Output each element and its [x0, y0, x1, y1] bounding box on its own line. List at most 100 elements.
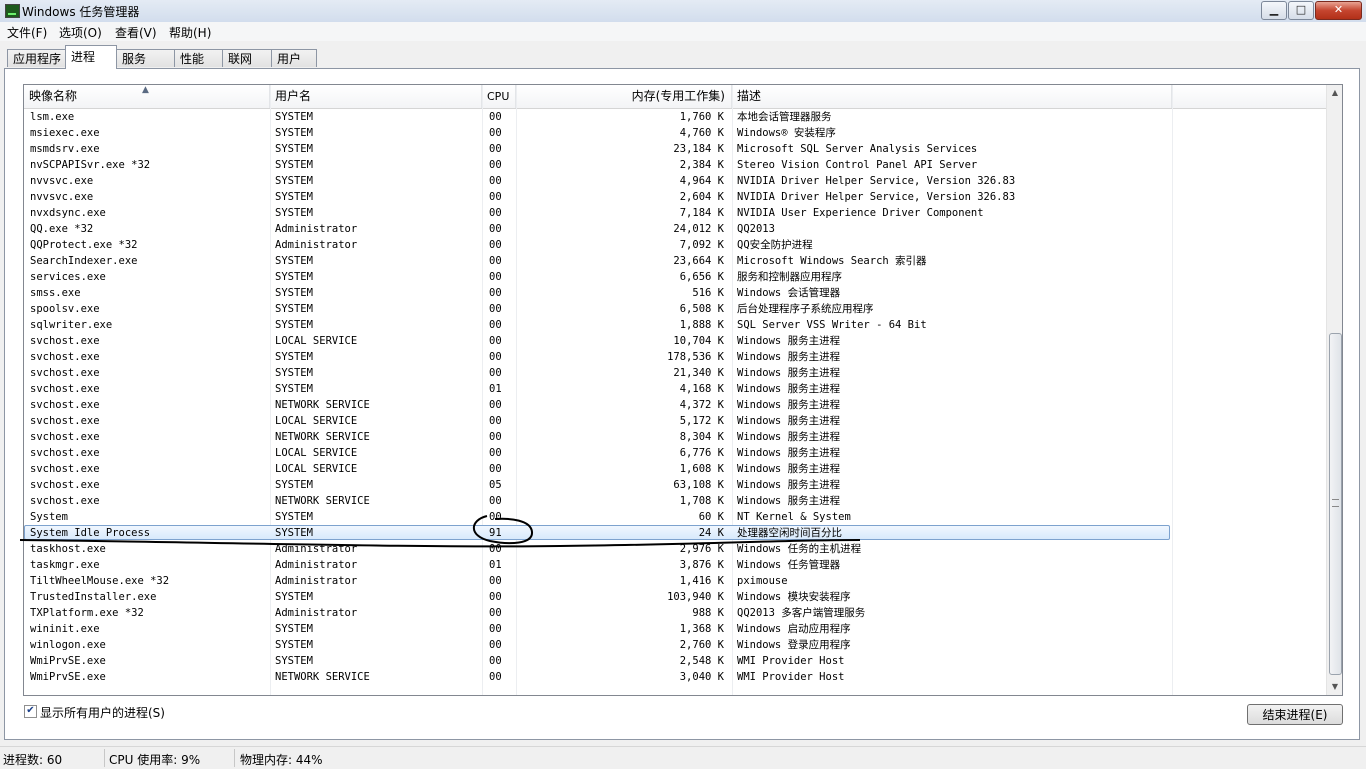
- cell-description: Windows 任务管理器: [737, 559, 841, 571]
- end-process-button[interactable]: 结束进程(E): [1247, 704, 1343, 725]
- tab-users[interactable]: 用户: [271, 49, 317, 67]
- table-row[interactable]: nvvsvc.exe SYSTEM 00 4,964 K NVIDIA Driver H…: [24, 173, 1326, 189]
- column-header-memory[interactable]: 内存(专用工作集): [516, 85, 732, 108]
- table-row[interactable]: svchost.exe LOCAL SERVICE 00 5,172 K Windows…: [24, 413, 1326, 429]
- cell-memory: 23,664 K: [673, 255, 724, 267]
- table-row[interactable]: sqlwriter.exe SYSTEM 00 1,888 K SQL Server V…: [24, 317, 1326, 333]
- table-row[interactable]: svchost.exe NETWORK SERVICE 00 1,708 K Windo…: [24, 493, 1326, 509]
- table-row[interactable]: TXPlatform.exe *32 Administrator 00 988 K QQ…: [24, 605, 1326, 621]
- table-row[interactable]: nvvsvc.exe SYSTEM 00 2,604 K NVIDIA Driver H…: [24, 189, 1326, 205]
- cell-description: NT Kernel & System: [737, 511, 851, 523]
- cell-memory: 4,372 K: [679, 399, 724, 411]
- table-row[interactable]: services.exe SYSTEM 00 6,656 K 服务和控制器应用程序: [24, 269, 1326, 285]
- maximize-button[interactable]: □: [1288, 1, 1314, 20]
- cell-cpu: 00: [489, 415, 502, 427]
- cell-cpu: 00: [489, 607, 502, 619]
- cell-user-name: SYSTEM: [275, 527, 313, 539]
- cell-user-name: NETWORK SERVICE: [275, 399, 370, 411]
- table-row[interactable]: System SYSTEM 00 60 K NT Kernel & System: [24, 509, 1326, 525]
- tab-processes[interactable]: 进程: [65, 45, 117, 69]
- tab-applications[interactable]: 应用程序: [7, 49, 66, 67]
- cell-memory: 4,964 K: [679, 175, 724, 187]
- cell-image-name: SearchIndexer.exe: [30, 255, 138, 267]
- cell-memory: 178,536 K: [667, 351, 724, 363]
- cell-description: Windows 会话管理器: [737, 287, 841, 299]
- menu-options[interactable]: 选项(O): [59, 24, 102, 41]
- cell-user-name: Administrator: [275, 559, 358, 571]
- vertical-scrollbar[interactable]: ▲ ▼: [1326, 85, 1342, 695]
- column-header-label: 映像名称: [29, 89, 78, 103]
- table-row[interactable]: nvxdsync.exe SYSTEM 00 7,184 K NVIDIA User E…: [24, 205, 1326, 221]
- cell-memory: 2,384 K: [679, 159, 724, 171]
- menu-view[interactable]: 查看(V): [115, 24, 157, 41]
- table-row[interactable]: svchost.exe LOCAL SERVICE 00 6,776 K Windows…: [24, 445, 1326, 461]
- cell-user-name: SYSTEM: [275, 511, 313, 523]
- cell-cpu: 00: [489, 287, 502, 299]
- cell-cpu: 00: [489, 143, 502, 155]
- cell-image-name: svchost.exe: [30, 351, 100, 363]
- cell-memory: 3,040 K: [679, 671, 724, 683]
- scroll-down-arrow-icon[interactable]: ▼: [1327, 679, 1342, 695]
- cell-description: Windows 登录应用程序: [737, 639, 851, 651]
- cell-image-name: System Idle Process: [30, 527, 151, 539]
- column-header-cpu[interactable]: CPU: [482, 85, 516, 108]
- cell-description: NVIDIA Driver Helper Service, Version 32…: [737, 191, 1016, 203]
- cell-image-name: services.exe: [30, 271, 106, 283]
- column-header-description[interactable]: 描述: [732, 85, 1172, 108]
- scroll-up-arrow-icon[interactable]: ▲: [1327, 85, 1342, 101]
- cell-user-name: SYSTEM: [275, 191, 313, 203]
- status-physical-memory: 物理内存: 44%: [240, 753, 323, 767]
- table-row[interactable]: QQProtect.exe *32 Administrator 00 7,092 K Q…: [24, 237, 1326, 253]
- table-row[interactable]: SearchIndexer.exe SYSTEM 00 23,664 K Microso…: [24, 253, 1326, 269]
- table-row[interactable]: TiltWheelMouse.exe *32 Administrator 00 1,4…: [24, 573, 1326, 589]
- table-row[interactable]: svchost.exe SYSTEM 00 21,340 K Windows 服务主进程: [24, 365, 1326, 381]
- table-row[interactable]: taskhost.exe Administrator 00 2,976 K Window…: [24, 541, 1326, 557]
- table-row[interactable]: winlogon.exe SYSTEM 00 2,760 K Windows 登录应用程…: [24, 637, 1326, 653]
- process-list[interactable]: 映像名称 ▲ 用户名 CPU 内存(专用工作集) 描述 lsm.exe SYSTE…: [23, 84, 1343, 696]
- column-header-image-name[interactable]: 映像名称 ▲: [24, 85, 270, 108]
- cell-user-name: SYSTEM: [275, 175, 313, 187]
- table-row[interactable]: svchost.exe LOCAL SERVICE 00 1,608 K Windows…: [24, 461, 1326, 477]
- tab-services[interactable]: 服务: [116, 49, 175, 67]
- table-row[interactable]: svchost.exe NETWORK SERVICE 00 4,372 K Windo…: [24, 397, 1326, 413]
- table-row[interactable]: nvSCPAPISvr.exe *32 SYSTEM 00 2,384 K Stereo…: [24, 157, 1326, 173]
- cell-description: 服务和控制器应用程序: [737, 271, 842, 283]
- cell-user-name: SYSTEM: [275, 127, 313, 139]
- table-row[interactable]: QQ.exe *32 Administrator 00 24,012 K QQ2013: [24, 221, 1326, 237]
- cell-image-name: msiexec.exe: [30, 127, 100, 139]
- cell-cpu: 91: [489, 527, 502, 539]
- cell-memory: 60 K: [698, 511, 724, 523]
- tab-performance[interactable]: 性能: [174, 49, 223, 67]
- table-row[interactable]: svchost.exe NETWORK SERVICE 00 8,304 K Windo…: [24, 429, 1326, 445]
- cell-memory: 2,548 K: [679, 655, 724, 667]
- menu-help[interactable]: 帮助(H): [169, 24, 211, 41]
- tab-networking[interactable]: 联网: [222, 49, 272, 67]
- minimize-button[interactable]: ▁: [1261, 1, 1287, 20]
- table-row[interactable]: spoolsv.exe SYSTEM 00 6,508 K 后台处理程序子系统应用程序: [24, 301, 1326, 317]
- table-row[interactable]: taskmgr.exe Administrator 01 3,876 K Windows…: [24, 557, 1326, 573]
- cell-image-name: WmiPrvSE.exe: [30, 671, 106, 683]
- table-row[interactable]: svchost.exe SYSTEM 01 4,168 K Windows 服务主进程: [24, 381, 1326, 397]
- table-row[interactable]: WmiPrvSE.exe NETWORK SERVICE 00 3,040 K WMI …: [24, 669, 1326, 685]
- table-row[interactable]: WmiPrvSE.exe SYSTEM 00 2,548 K WMI Provider …: [24, 653, 1326, 669]
- close-button[interactable]: ✕: [1315, 1, 1362, 20]
- cell-user-name: SYSTEM: [275, 111, 313, 123]
- column-header-user-name[interactable]: 用户名: [270, 85, 482, 108]
- menu-file[interactable]: 文件(F): [7, 24, 47, 41]
- table-row[interactable]: lsm.exe SYSTEM 00 1,760 K 本地会话管理器服务: [24, 109, 1326, 125]
- cell-image-name: wininit.exe: [30, 623, 100, 635]
- table-row[interactable]: svchost.exe SYSTEM 05 63,108 K Windows 服务主进程: [24, 477, 1326, 493]
- table-row[interactable]: wininit.exe SYSTEM 00 1,368 K Windows 启动应用程序: [24, 621, 1326, 637]
- cell-cpu: 00: [489, 655, 502, 667]
- table-row[interactable]: svchost.exe LOCAL SERVICE 00 10,704 K Window…: [24, 333, 1326, 349]
- table-row[interactable]: smss.exe SYSTEM 00 516 K Windows 会话管理器: [24, 285, 1326, 301]
- table-row[interactable]: System Idle Process SYSTEM 91 24 K 处理器空闲时间百分…: [24, 525, 1326, 541]
- table-row[interactable]: TrustedInstaller.exe SYSTEM 00 103,940 K Win…: [24, 589, 1326, 605]
- cell-description: Windows 服务主进程: [737, 335, 841, 347]
- table-row[interactable]: msiexec.exe SYSTEM 00 4,760 K Windows® 安装程序: [24, 125, 1326, 141]
- cell-user-name: SYSTEM: [275, 479, 313, 491]
- table-row[interactable]: svchost.exe SYSTEM 00 178,536 K Windows 服务主进…: [24, 349, 1326, 365]
- table-row[interactable]: msmdsrv.exe SYSTEM 00 23,184 K Microsoft SQL…: [24, 141, 1326, 157]
- scroll-thumb[interactable]: [1329, 333, 1342, 675]
- checkmark-icon[interactable]: ✔: [24, 705, 37, 718]
